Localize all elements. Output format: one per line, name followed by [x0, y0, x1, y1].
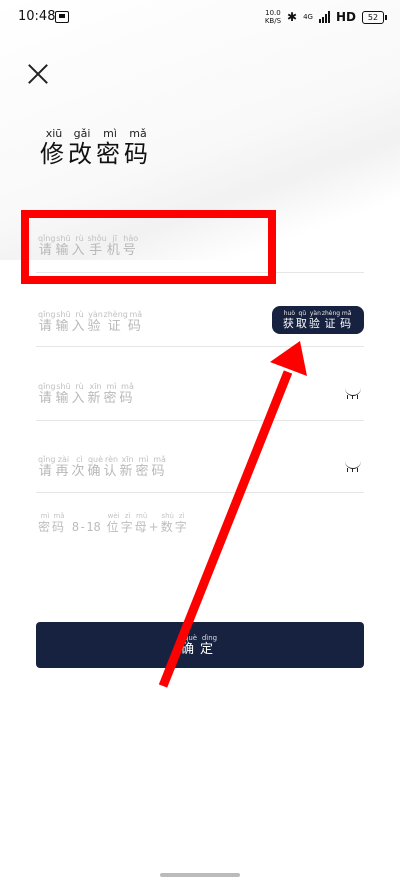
home-indicator — [160, 873, 240, 877]
annotation-arrow — [158, 341, 307, 688]
